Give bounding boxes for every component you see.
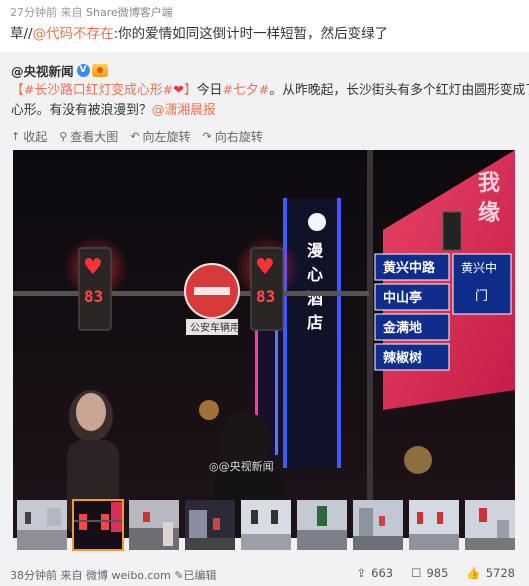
topic-link[interactable]: 【#长沙路口红灯变成心形# (11, 83, 173, 98)
heart-emoji-icon: ❤ (173, 83, 184, 98)
svg-text:公安车辆用: 公安车辆用 (190, 321, 240, 334)
rotate-left-button[interactable]: ↶ 向左旋转 (130, 128, 190, 145)
post-source[interactable]: Share微博客户端 (86, 6, 173, 19)
svg-text:心: 心 (307, 265, 323, 284)
footer-time[interactable]: 38分钟前 (10, 569, 57, 582)
svg-text:缘: 缘 (478, 201, 500, 226)
comment-body: :你的爱情如同这倒计时一样短暂，然后变绿了 (113, 26, 389, 42)
main-photo[interactable]: 我 缘 漫 心 酒 店 黄兴中路 中山亭 金满地 辣椒树 黄兴中 门 ♥ 83 … (13, 150, 515, 538)
svg-text:漫: 漫 (307, 241, 323, 260)
repost-comment: 草//@代码不存在:你的爱情如同这倒计时一样短暂，然后变绿了 (10, 24, 520, 44)
comment-button[interactable]: ☐ 985 (411, 566, 448, 580)
verified-icon: V (76, 64, 90, 77)
rotate-right-icon: ↷ (202, 130, 212, 143)
footer-source[interactable]: 微博 weibo.com (86, 569, 171, 582)
original-author-name[interactable]: @央视新闻 (11, 61, 74, 80)
post-meta: 27分钟前 来自 Share微博客户端 (10, 4, 173, 20)
mention-xxcb-link[interactable]: @潇湘晨报 (152, 103, 216, 118)
svg-text:83: 83 (84, 287, 103, 306)
collapse-icon: ↑ (11, 130, 21, 143)
post-footer: 38分钟前 来自 微博 weibo.com ✎已编辑 ⇪ 663 ☐ 985 👍… (0, 563, 529, 586)
rotate-left-icon: ↶ (130, 130, 140, 143)
thumbs-up-icon: 👍 (466, 566, 481, 580)
svg-text:黄兴中: 黄兴中 (461, 260, 497, 275)
repost-icon: ⇪ (356, 566, 367, 580)
thumbnail-4[interactable] (185, 500, 235, 550)
like-button[interactable]: 👍 5728 (466, 566, 515, 580)
thumbnail-3[interactable] (129, 500, 179, 550)
svg-text:辣椒树: 辣椒树 (383, 350, 422, 366)
footer-meta: 38分钟前 来自 微博 weibo.com ✎已编辑 (10, 567, 217, 583)
member-badge-icon[interactable] (91, 64, 108, 77)
rotate-right-button[interactable]: ↷ 向右旋转 (203, 128, 263, 145)
repost-count: 663 (371, 566, 394, 580)
footer-stats: ⇪ 663 ☐ 985 👍 5728 (357, 566, 515, 580)
original-author: @央视新闻 V (11, 61, 108, 80)
footer-from-prefix: 来自 (60, 569, 83, 582)
edit-icon: ✎ (174, 569, 184, 582)
thumbnail-1[interactable] (17, 500, 67, 550)
topic-qixi-link[interactable]: #七夕# (222, 83, 269, 98)
svg-text:金满地: 金满地 (382, 320, 422, 336)
topic-close: 】 (183, 83, 197, 98)
svg-text:83: 83 (256, 287, 275, 306)
thumbnail-5[interactable] (241, 500, 291, 550)
thumbnail-9[interactable] (465, 500, 515, 550)
svg-text:门: 门 (475, 289, 488, 304)
repost-button[interactable]: ⇪ 663 (357, 566, 394, 580)
text-line2: 心形。有没有被浪漫到？ (11, 103, 152, 118)
svg-text:中山亭: 中山亭 (383, 290, 422, 306)
text-today: 今日 (196, 83, 223, 98)
magnifier-icon: ⚲ (59, 130, 68, 143)
thumbnail-6[interactable] (297, 500, 347, 550)
traffic-light-scene: 我 缘 漫 心 酒 店 黄兴中路 中山亭 金满地 辣椒树 黄兴中 门 ♥ 83 … (13, 150, 515, 538)
svg-text:黄兴中路: 黄兴中路 (383, 260, 436, 276)
comment-icon: ☐ (411, 566, 422, 580)
post-from-prefix: 来自 (60, 6, 83, 19)
text-line1-end: 。从昨晚起，长沙街头有多个红灯由圆形变成了 (269, 83, 529, 98)
thumbnail-2[interactable] (72, 499, 124, 551)
view-large-button[interactable]: ⚲ 查看大图 (59, 128, 118, 145)
like-count: 5728 (485, 566, 515, 580)
comment-prefix: 草// (10, 26, 33, 42)
comment-count: 985 (426, 566, 449, 580)
svg-text:我: 我 (478, 171, 500, 196)
svg-text:店: 店 (307, 313, 323, 332)
post-time[interactable]: 27分钟前 (10, 6, 57, 19)
svg-text:♥: ♥ (255, 255, 275, 280)
edited-label[interactable]: 已编辑 (184, 569, 217, 582)
svg-text:◎@央视新闻: ◎@央视新闻 (209, 459, 274, 473)
thumbnail-strip (17, 499, 515, 551)
original-text: 【#长沙路口红灯变成心形#❤】今日#七夕#。从昨晚起，长沙街头有多个红灯由圆形变… (11, 81, 529, 121)
thumbnail-8[interactable] (409, 500, 459, 550)
image-toolbar: ↑ 收起 ⚲ 查看大图 ↶ 向左旋转 ↷ 向右旋转 (11, 128, 263, 145)
comment-mention-link[interactable]: @代码不存在 (33, 26, 114, 42)
thumbnail-7[interactable] (353, 500, 403, 550)
collapse-button[interactable]: ↑ 收起 (11, 128, 47, 145)
svg-text:♥: ♥ (83, 255, 103, 280)
